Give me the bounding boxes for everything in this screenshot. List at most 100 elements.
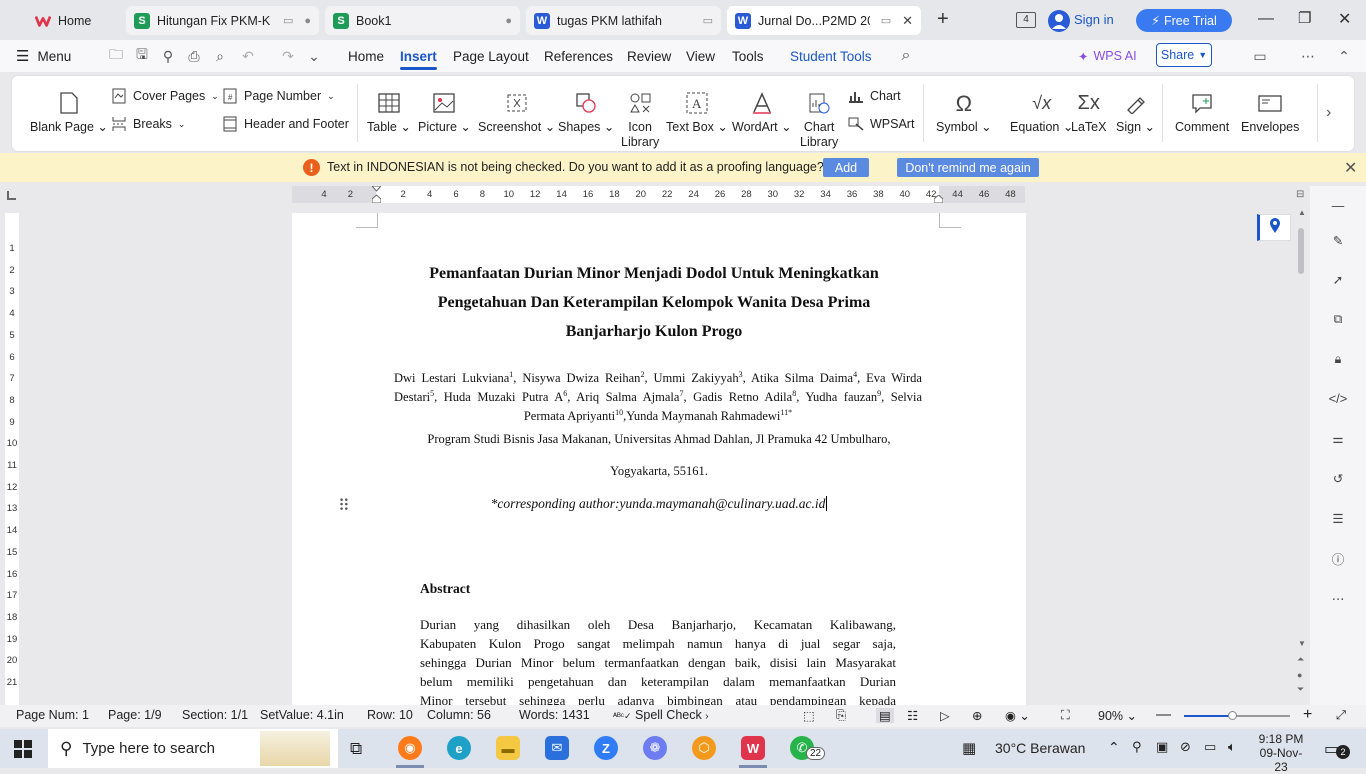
menu-home[interactable]: Home	[348, 40, 384, 72]
shapes-button[interactable]: Shapes ⌄	[558, 90, 614, 135]
location-pin-button[interactable]	[1257, 214, 1291, 241]
menu-student-tools[interactable]: Student Tools	[790, 40, 872, 72]
weather-text[interactable]: 30°C Berawan	[995, 740, 1085, 756]
redo-icon[interactable]: ↷	[278, 46, 298, 66]
blank-page-button[interactable]: Blank Page ⌄	[30, 90, 108, 135]
wps-ai-button[interactable]: ✦ WPS AI	[1078, 40, 1137, 72]
more-tools-icon[interactable]: ⋯	[1328, 588, 1348, 608]
zoom-out-icon[interactable]: —	[1156, 706, 1171, 723]
print-preview-icon[interactable]: ⌕	[210, 46, 230, 66]
save-icon[interactable]: 🖫	[132, 46, 152, 66]
menu-references[interactable]: References	[544, 40, 613, 72]
weather-icon[interactable]: ▦	[962, 739, 976, 757]
comment-panel-icon[interactable]: ▭	[1250, 46, 1270, 66]
status-words[interactable]: Words: 1431	[519, 708, 590, 722]
select-browse-object-icon[interactable]: ●	[1297, 670, 1302, 680]
menu-button[interactable]: ☰ Menu	[16, 40, 71, 72]
spell-check-button[interactable]: ᴬᴮᶜ✓ Spell Check ›	[613, 708, 709, 722]
page-number-button[interactable]: # Page Number ⌄	[222, 88, 335, 104]
eye-protect-icon[interactable]: ◉ ⌄	[1005, 708, 1030, 723]
zoom-level[interactable]: 90% ⌄	[1098, 708, 1137, 723]
zoom-slider-thumb[interactable]	[1227, 711, 1237, 720]
outline-view-icon[interactable]: ☷	[907, 708, 918, 723]
full-screen-read-icon[interactable]: ⬚	[803, 708, 815, 723]
comment-button[interactable]: Comment	[1175, 90, 1229, 135]
user-avatar-icon[interactable]	[1048, 10, 1070, 32]
ruler-toggle-icon[interactable]: ⊟	[1296, 189, 1304, 200]
fullscreen-icon[interactable]: ⤢	[1336, 708, 1346, 723]
free-trial-button[interactable]: ⚡ Free Trial	[1136, 9, 1232, 32]
undo-icon[interactable]: ↶	[238, 46, 258, 66]
meet-now-icon[interactable]: ▣	[1156, 739, 1168, 755]
network-icon[interactable]: ⚲	[1132, 739, 1142, 755]
collapse-ribbon-icon[interactable]: ⌃	[1334, 46, 1354, 66]
minimize-icon[interactable]: —	[1258, 10, 1274, 28]
wordart-button[interactable]: WordArt ⌄	[732, 90, 792, 135]
close-notice-icon[interactable]: ✕	[1344, 158, 1357, 178]
copy-format-icon[interactable]: ⧉	[1328, 309, 1348, 329]
indent-marker-icon[interactable]	[370, 185, 383, 204]
taskbar-search-box[interactable]: ⚲ Type here to search	[48, 729, 338, 768]
select-pointer-icon[interactable]: ➚	[1328, 269, 1348, 289]
vertical-ruler[interactable]: 1 2 3 4 5 6 7 8 9 10 11 12 13 14 15 16 17 18 19 20 21	[5, 213, 19, 705]
symbol-button[interactable]: Ω Symbol ⌄	[936, 90, 992, 135]
app-shield-icon[interactable]: ⬡	[692, 736, 716, 760]
right-indent-marker-icon[interactable]	[933, 194, 944, 204]
task-view-icon[interactable]: ⧉	[350, 739, 362, 759]
protect-doc-icon[interactable]: ⎘	[836, 708, 846, 723]
previous-page-icon[interactable]: ⏶	[1297, 654, 1304, 665]
header-footer-button[interactable]: Header and Footer	[222, 116, 349, 132]
close-tab-icon[interactable]: ✕	[902, 13, 913, 29]
document-page[interactable]: Pemanfaatan Durian Minor Menjadi Dodol U…	[292, 213, 1026, 705]
code-icon[interactable]: </>	[1328, 388, 1348, 408]
breaks-button[interactable]: Breaks ⌄	[111, 116, 185, 132]
tab-jurnal[interactable]: W Jurnal Do...P2MD 2023 ▭ ✕	[727, 6, 921, 35]
menu-page-layout[interactable]: Page Layout	[453, 40, 529, 72]
sign-in-link[interactable]: Sign in	[1074, 12, 1114, 27]
sign-button[interactable]: Sign ⌄	[1116, 90, 1155, 135]
vertical-scrollbar[interactable]: ▲ ▼ ⏶ ● ⏷	[1293, 208, 1309, 705]
menu-insert[interactable]: Insert	[400, 40, 437, 72]
status-page-num[interactable]: Page Num: 1	[16, 708, 89, 722]
web-view-icon[interactable]: ⊕	[972, 708, 982, 723]
show-hidden-icons-icon[interactable]: ⌃	[1108, 739, 1120, 756]
zoom-slider[interactable]	[1184, 711, 1290, 720]
menu-review[interactable]: Review	[627, 40, 671, 72]
play-icon[interactable]: ▷	[940, 708, 950, 723]
firefox-icon[interactable]: ◉	[398, 736, 422, 760]
battery-icon[interactable]: ▭	[1204, 739, 1216, 755]
edge-icon[interactable]: e	[447, 736, 471, 760]
app-swirl-icon[interactable]: ❁	[643, 736, 667, 760]
scroll-down-icon[interactable]: ▼	[1298, 639, 1306, 648]
next-page-icon[interactable]: ⏷	[1297, 684, 1304, 695]
close-window-icon[interactable]: ✕	[1338, 9, 1351, 29]
table-button[interactable]: Table ⌄	[367, 90, 411, 135]
pen-edit-icon[interactable]: ✎	[1328, 230, 1348, 250]
tab-count-badge[interactable]: 4	[1016, 12, 1036, 28]
lock-icon[interactable]: 🔒︎	[1328, 349, 1348, 369]
file-explorer-icon[interactable]: ▬	[496, 736, 520, 760]
fit-page-icon[interactable]: ⛶	[1061, 708, 1070, 723]
status-page[interactable]: Page: 1/9	[108, 708, 162, 722]
page-view-icon[interactable]: ▤	[876, 708, 894, 723]
more-options-icon[interactable]: ⋯	[1298, 46, 1318, 66]
chart-button[interactable]: Chart	[848, 88, 901, 104]
share-link-icon[interactable]: ⚲	[158, 46, 178, 66]
settings-sliders-icon[interactable]: ⚌	[1328, 428, 1348, 448]
wps-office-icon[interactable]: W	[741, 736, 765, 760]
tab-book1[interactable]: S Book1 ●	[325, 6, 520, 35]
menu-view[interactable]: View	[686, 40, 715, 72]
text-box-button[interactable]: A Text Box ⌄	[666, 90, 728, 135]
scroll-up-icon[interactable]: ▲	[1298, 208, 1306, 217]
tab-home[interactable]: Home	[27, 6, 121, 35]
picture-button[interactable]: Picture ⌄	[418, 90, 471, 135]
help-icon[interactable]: ⓘ	[1328, 548, 1348, 568]
icon-library-button[interactable]: Icon Library	[621, 90, 659, 150]
navigation-pane-icon[interactable]: ☰	[1328, 508, 1348, 528]
print-icon[interactable]: ⎙	[184, 46, 204, 66]
share-button[interactable]: Share ▼	[1156, 43, 1212, 67]
tab-stop-selector-icon[interactable]	[7, 191, 16, 200]
search-icon[interactable]: ⌕	[896, 46, 916, 66]
add-language-button[interactable]: Add	[823, 158, 869, 177]
tab-hitungan[interactable]: S Hitungan Fix PKM-K ▭ ●	[126, 6, 319, 35]
